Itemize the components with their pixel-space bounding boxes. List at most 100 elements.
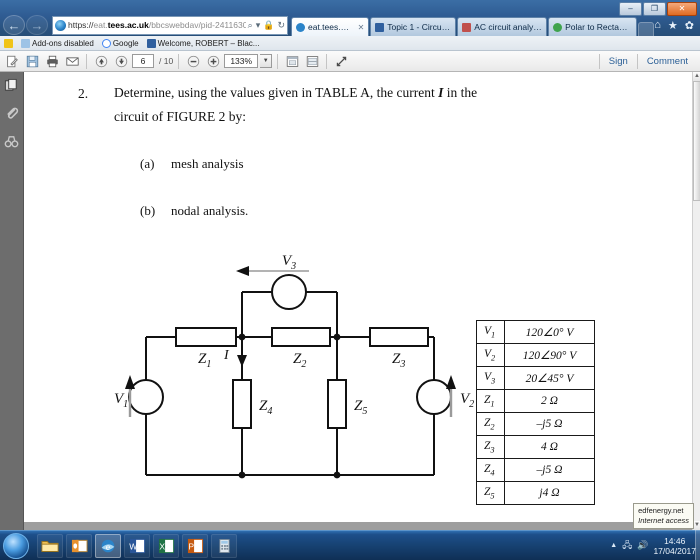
table-row: Z3 4 Ω [476,435,595,459]
refresh-icon[interactable]: ↻ [277,20,285,31]
fit-page-icon[interactable] [283,53,301,70]
home-icon[interactable]: ⌂ [654,19,661,31]
label-v1: V1 [114,391,128,410]
search-binoculars-icon[interactable] [4,133,20,149]
chevron-down-icon[interactable]: ▾ [256,20,261,31]
pdf-navigation-sidebar [0,72,24,530]
favorites-star-icon[interactable] [4,38,13,48]
powerpoint-icon[interactable]: P [182,533,208,558]
table-symbol-cell: Z2 [476,412,505,436]
svg-text:W: W [129,541,137,551]
search-icon[interactable]: ⌕ [248,20,253,31]
outlook-icon[interactable] [66,533,92,558]
circuit-diagram-figure-2: V3 V1 V2 Z1 Z2 Z3 Z4 Z5 I [104,247,474,497]
scroll-down-icon[interactable]: ▼ [693,521,700,530]
browser-tab[interactable]: Polar to Rectangu... [548,17,637,36]
tab-label: AC circuit analysis... [474,22,542,32]
excel-icon[interactable]: X [153,533,179,558]
address-bar-icons: ⌕ ▾ 🔒 ↻ [246,20,285,31]
edit-icon[interactable] [3,53,21,70]
scrollbar-thumb[interactable] [693,81,700,201]
down-arrow-icon[interactable] [112,53,130,70]
new-tab-button[interactable] [637,22,655,36]
star-icon[interactable]: ★ [668,19,678,32]
print-icon[interactable] [43,53,61,70]
svg-text:X: X [159,541,165,551]
url-scheme: https:// [68,20,94,30]
chevron-down-icon[interactable]: ▼ [260,54,273,68]
page-thumbnails-icon[interactable] [4,77,20,93]
table-symbol-cell: V1 [476,320,505,344]
part-a-label: (a) [140,156,155,171]
document-body: 2. Determine, using the values given in … [24,72,692,522]
label-z2: Z2 [293,351,306,370]
table-value-cell: –j5 Ω [504,412,595,436]
table-row: V2 120∠90° V [476,343,595,367]
pdf-vertical-scrollbar[interactable]: ▲ ▼ [692,72,700,530]
word-icon[interactable]: W [124,533,150,558]
bookmark-item[interactable]: Add-ons disabled [21,38,94,48]
save-icon[interactable] [23,53,41,70]
network-tooltip: edfenergy.net Internet access [633,503,694,529]
clock-date: 17/04/2017 [653,545,696,556]
table-value-cell: 120∠90° V [504,343,595,367]
gear-icon[interactable]: ✿ [685,19,694,32]
bookmark-label: Add-ons disabled [32,38,94,48]
question-text-line1: Determine, using the values given in TAB… [114,85,634,101]
table-symbol-cell: V3 [476,366,505,390]
fit-width-icon[interactable] [303,53,321,70]
question-text-part-b: in the [443,85,478,100]
table-symbol-cell: Z1 [476,389,505,413]
comment-button[interactable]: Comment [638,52,697,71]
table-row: V3 20∠45° V [476,366,595,390]
browser-tab[interactable]: Topic 1 - Circuit T... [370,17,457,36]
table-value-cell: –j5 Ω [504,458,595,482]
zoom-level-input[interactable]: 133% [224,54,259,68]
label-z3: Z3 [392,351,405,370]
explorer-folder-icon[interactable] [37,533,63,558]
network-icon[interactable]: 🖧 [622,538,632,554]
table-value-cell: j4 Ω [504,481,595,505]
fullscreen-icon[interactable] [332,53,350,70]
speaker-icon[interactable]: 🔊 [637,540,648,551]
browser-tab[interactable]: eat.tees.ac.uk ✕ [291,17,370,36]
page-count-label: / 10 [159,56,174,66]
taskbar-clock[interactable]: 14:46 17/04/2017 [653,536,696,556]
attachment-paperclip-icon[interactable] [4,105,20,121]
tab-label: eat.tees.ac.uk [308,22,354,32]
minus-circle-icon[interactable] [184,53,202,70]
page-number-input[interactable]: 6 [132,54,154,68]
toolbar-separator [326,53,328,69]
chevron-up-icon[interactable]: ▲ [610,542,617,549]
part-b-text: nodal analysis. [171,203,249,218]
table-symbol-cell: Z5 [476,481,505,505]
address-bar-text: https://eat.tees.ac.uk/bbcswebdav/pid-24… [68,20,246,30]
forward-arrow-icon[interactable]: → [26,15,48,35]
sign-button[interactable]: Sign [600,52,637,71]
table-symbol-cell: Z3 [476,435,505,459]
toolbar-separator [178,53,180,69]
part-a-text: mesh analysis [171,156,244,171]
internet-explorer-icon[interactable]: e [95,533,121,558]
plus-circle-icon[interactable] [204,53,222,70]
impedance-z1-symbol [175,327,237,347]
windows-start-orb-icon[interactable] [3,532,29,559]
calculator-icon[interactable] [211,533,237,558]
tab-favicon-icon [296,22,305,32]
show-desktop-button[interactable] [695,530,700,560]
tab-favicon-icon [553,22,563,32]
bookmark-item[interactable]: Welcome, ROBERT – Blac... [146,38,259,48]
back-arrow-icon[interactable]: ← [3,15,25,35]
browser-tab[interactable]: AC circuit analysis... [457,17,548,36]
bookmark-label: Google [112,38,139,48]
up-arrow-icon[interactable] [92,53,110,70]
bookmark-item[interactable]: Google [101,38,139,48]
address-bar[interactable]: https://eat.tees.ac.uk/bbcswebdav/pid-24… [52,15,288,35]
scroll-up-icon[interactable]: ▲ [693,72,700,81]
tooltip-network-name: edfenergy.net [638,506,684,515]
email-icon[interactable] [63,53,81,70]
tab-close-icon[interactable]: ✕ [358,23,365,32]
bookmark-favicon-icon [146,38,156,48]
tab-favicon-icon [462,22,472,32]
pdf-toolbar: 6 / 10 133% ▼ Sign Comment [0,51,700,72]
